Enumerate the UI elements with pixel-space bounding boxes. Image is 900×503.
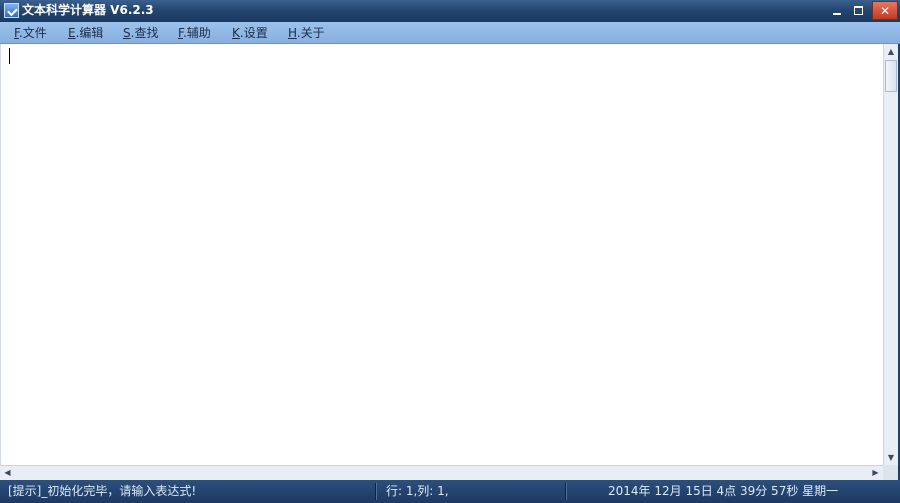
app-icon[interactable] xyxy=(4,3,19,18)
scrollbar-corner xyxy=(883,465,898,480)
menu-find[interactable]: S.查找 xyxy=(123,25,158,41)
scroll-down-icon[interactable]: ▼ xyxy=(884,450,898,465)
close-icon: ✕ xyxy=(879,4,891,18)
text-caret xyxy=(9,48,10,64)
horizontal-scrollbar[interactable]: ◀ ▶ xyxy=(0,465,883,480)
menu-edit[interactable]: E.编辑 xyxy=(68,25,103,41)
status-hint: [提示]_初始化完毕，请输入表达式! xyxy=(8,484,197,498)
vertical-scroll-thumb[interactable] xyxy=(885,60,897,92)
status-bar: [提示]_初始化完毕，请输入表达式! 行: 1,列: 1, 2014年 12月 … xyxy=(0,480,900,503)
app-window: 文本科学计算器 V6.2.3 ✕ F.文件 E.编辑 S.查找 F.辅助 K.设… xyxy=(0,0,900,503)
menu-assist[interactable]: F.辅助 xyxy=(178,25,211,41)
status-divider xyxy=(375,483,377,500)
status-divider xyxy=(565,483,567,500)
maximize-button[interactable] xyxy=(848,2,868,19)
expression-editor[interactable] xyxy=(0,44,883,465)
minimize-icon xyxy=(833,12,841,15)
cursor-position: 行: 1,列: 1, xyxy=(386,484,449,498)
close-button[interactable]: ✕ xyxy=(872,1,898,20)
maximize-icon xyxy=(853,6,863,15)
minimize-button[interactable] xyxy=(826,2,848,19)
window-title: 文本科学计算器 V6.2.3 xyxy=(22,3,154,17)
menu-file[interactable]: F.文件 xyxy=(14,25,47,41)
scroll-left-icon[interactable]: ◀ xyxy=(0,466,15,480)
scroll-up-icon[interactable]: ▲ xyxy=(884,44,898,59)
menu-about[interactable]: H.关于 xyxy=(288,25,325,41)
status-datetime: 2014年 12月 15日 4点 39分 57秒 星期一 xyxy=(608,484,839,498)
menu-settings[interactable]: K.设置 xyxy=(232,25,268,41)
menu-bar: F.文件 E.编辑 S.查找 F.辅助 K.设置 H.关于 xyxy=(0,22,900,44)
vertical-scrollbar[interactable]: ▲ ▼ xyxy=(883,44,898,465)
scroll-right-icon[interactable]: ▶ xyxy=(868,466,883,480)
title-bar[interactable]: 文本科学计算器 V6.2.3 ✕ xyxy=(0,0,900,22)
